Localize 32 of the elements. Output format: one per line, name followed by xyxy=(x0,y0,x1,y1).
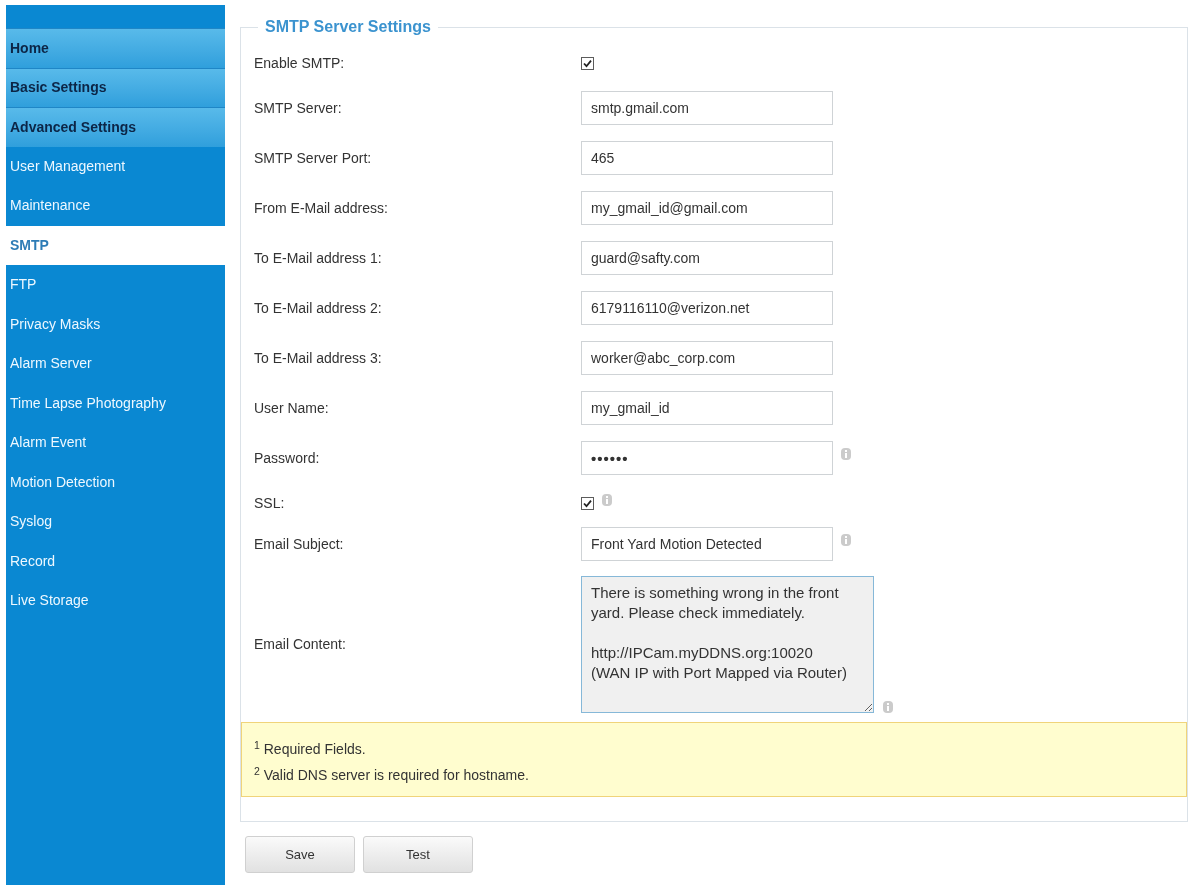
text-field[interactable]: worker@abc_corp.com xyxy=(581,341,833,375)
field-label: From E-Mail address: xyxy=(254,198,389,218)
text-field[interactable]: my_gmail_id xyxy=(581,391,833,425)
text-field[interactable]: my_gmail_id@gmail.com xyxy=(581,191,833,225)
text-field[interactable]: smtp.gmail.com xyxy=(581,91,833,125)
section-title: SMTP Server Settings xyxy=(264,17,432,37)
test-button[interactable]: Test xyxy=(363,836,473,873)
password-field[interactable]: •••••• xyxy=(581,441,833,475)
footnote-text: $^{1}$ Required Fields. xyxy=(254,737,367,759)
save-button[interactable]: Save xyxy=(245,836,355,873)
text-field[interactable]: Front Yard Motion Detected xyxy=(581,527,833,561)
field-label: SMTP Server: xyxy=(254,98,343,118)
field-label: To E-Mail address 1: xyxy=(254,248,383,268)
field-label: Password: xyxy=(254,448,321,468)
sidebar-section[interactable]: Basic Settings xyxy=(6,67,225,107)
field-label: Enable SMTP: xyxy=(254,53,346,73)
message-textarea[interactable]: There is something wrong in the front yard. Please check immediately. http://IPCam.myDDNS.org:10020 (WAN IP with Port Mapped via Router) xyxy=(581,576,874,713)
field-label: Email Content: xyxy=(254,635,347,654)
footnote-text: $^{2}$ Valid DNS server is required for hostname. xyxy=(254,763,530,785)
text-field[interactable]: 465 xyxy=(581,141,833,175)
field-label: Email Subject: xyxy=(254,534,345,554)
sidebar-section[interactable]: Advanced Settings xyxy=(6,107,225,147)
field-label: SSL: xyxy=(254,493,286,513)
field-label: To E-Mail address 3: xyxy=(254,348,383,368)
field-label: To E-Mail address 2: xyxy=(254,298,383,318)
field-label: SMTP Server Port: xyxy=(254,148,373,168)
field-label: User Name: xyxy=(254,398,330,418)
checkbox[interactable] xyxy=(581,56,594,70)
checkbox[interactable] xyxy=(581,496,594,510)
text-field[interactable]: 6179116110@verizon.net xyxy=(581,291,833,325)
sidebar-section[interactable]: Home xyxy=(6,28,225,68)
text-field[interactable]: guard@safty.com xyxy=(581,241,833,275)
